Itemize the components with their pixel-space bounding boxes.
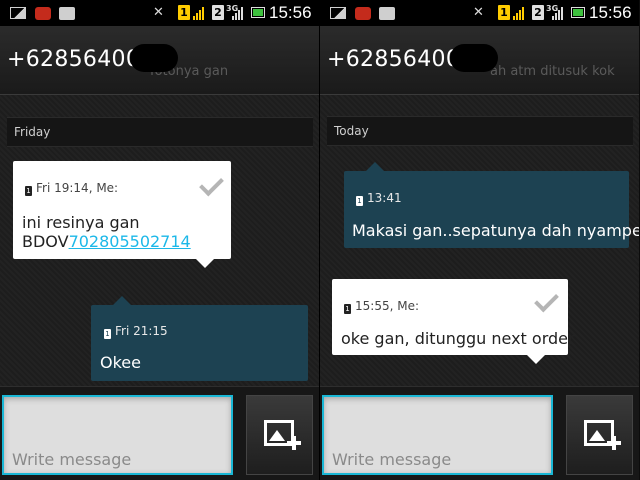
- message-text-prefix: BDOV: [22, 232, 69, 251]
- message-meta: 1 Fri 21:15: [104, 324, 168, 339]
- conversation-pane-right: ✕ 1 2 3G 15:56 ah atm ditusuk kok +62856…: [320, 0, 639, 480]
- message-meta-text: Fri 21:15: [115, 324, 168, 338]
- compose-bar: Write message: [320, 386, 639, 480]
- app-notification-icon: [355, 7, 371, 20]
- sim-icon: 1: [356, 196, 363, 206]
- gallery-notification-icon: [10, 7, 26, 19]
- incoming-message-bubble[interactable]: 1 Fri 21:15 Okee: [91, 296, 308, 381]
- message-text: oke gan, ditunggu next order: [341, 329, 575, 348]
- app-notification-icon: [35, 7, 51, 20]
- sim2-icon: 2: [532, 5, 544, 20]
- message-meta-text: 13:41: [367, 191, 402, 205]
- conversation-pane-left: ✕ 1 2 3G 15:56 fotonya gan +628564005 Fr…: [0, 0, 319, 480]
- signal-strength-icon: [513, 5, 527, 20]
- message-meta: 1 15:55, Me:: [344, 299, 419, 314]
- plus-icon: [607, 436, 621, 450]
- mute-icon: ✕: [153, 5, 164, 20]
- attach-picture-button[interactable]: [246, 395, 313, 475]
- bubble-tail: [113, 296, 131, 305]
- conversation-header[interactable]: ah atm ditusuk kok +628564005: [320, 26, 639, 95]
- plus-icon: [287, 436, 301, 450]
- attach-picture-button[interactable]: [566, 395, 633, 475]
- day-header: Today: [327, 116, 633, 146]
- message-notification-icon: [379, 7, 395, 20]
- message-meta-text: Fri 19:14, Me:: [36, 181, 119, 195]
- redaction-mark: [130, 44, 178, 72]
- outgoing-message-bubble[interactable]: 1 Fri 19:14, Me: ini resinya gan BDOV7028…: [13, 161, 231, 268]
- check-icon: [534, 287, 559, 313]
- message-text: ini resinya gan: [22, 213, 140, 232]
- message-notification-icon: [59, 7, 75, 20]
- message-text: Makasi gan..sepatunya dah nyampe: [352, 221, 639, 240]
- message-input[interactable]: Write message: [2, 395, 233, 475]
- status-clock: 15:56: [589, 3, 632, 22]
- message-input[interactable]: Write message: [322, 395, 553, 475]
- conversation-header[interactable]: fotonya gan +628564005: [0, 26, 319, 95]
- bubble-tail: [527, 355, 545, 364]
- sim-icon: 1: [25, 186, 32, 196]
- message-text: Okee: [100, 353, 141, 372]
- message-input-placeholder: Write message: [12, 450, 132, 469]
- day-header: Friday: [7, 117, 313, 147]
- status-clock: 15:56: [269, 3, 312, 22]
- day-header-label: Friday: [14, 125, 51, 139]
- sim-icon: 1: [344, 304, 351, 314]
- battery-icon: [251, 7, 265, 18]
- mute-icon: ✕: [473, 5, 484, 20]
- signal-strength-icon: [193, 5, 207, 20]
- bubble-tail: [196, 259, 214, 268]
- status-bar: ✕ 1 2 3G 15:56: [0, 0, 319, 26]
- message-meta-text: 15:55, Me:: [355, 299, 419, 313]
- incoming-message-bubble[interactable]: 1 13:41 Makasi gan..sepatunya dah nyampe: [344, 162, 639, 248]
- sim1-icon: 1: [178, 5, 190, 20]
- redaction-mark: [450, 44, 498, 72]
- compose-bar: Write message: [0, 386, 319, 480]
- sim-icon: 1: [104, 329, 111, 339]
- message-meta: 1 13:41: [356, 191, 402, 206]
- signal-strength-icon: [232, 5, 246, 20]
- status-bar: ✕ 1 2 3G 15:56: [320, 0, 639, 26]
- message-meta: 1 Fri 19:14, Me:: [25, 181, 118, 196]
- gallery-notification-icon: [330, 7, 346, 19]
- header-preview-text: ah atm ditusuk kok: [490, 64, 615, 79]
- message-input-placeholder: Write message: [332, 450, 452, 469]
- sim2-icon: 2: [212, 5, 224, 20]
- outgoing-message-bubble[interactable]: 1 15:55, Me: oke gan, ditunggu next order: [332, 279, 575, 364]
- check-icon: [199, 171, 224, 197]
- message-text-line2: BDOV702805502714: [22, 232, 191, 251]
- battery-icon: [571, 7, 585, 18]
- day-header-label: Today: [334, 124, 369, 138]
- tracking-number-link[interactable]: 702805502714: [69, 232, 191, 251]
- signal-strength-icon: [552, 5, 566, 20]
- sim1-icon: 1: [498, 5, 510, 20]
- bubble-tail: [366, 162, 384, 171]
